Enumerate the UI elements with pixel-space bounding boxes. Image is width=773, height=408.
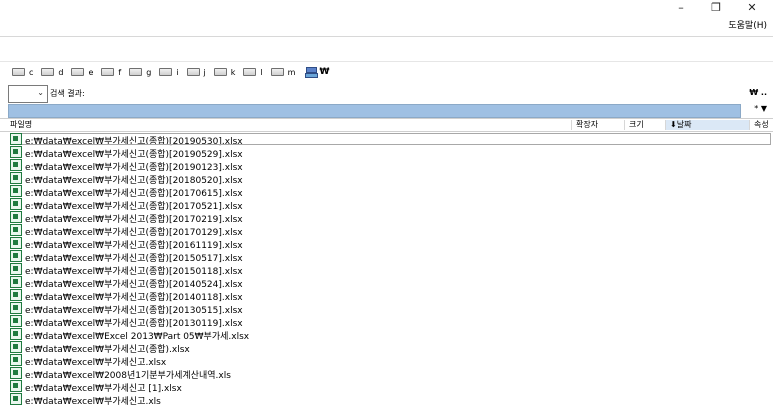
file-row[interactable]: e:₩data₩excel₩부가세신고 [1].xlsx bbox=[10, 380, 182, 394]
drive-label: e bbox=[88, 67, 94, 77]
drive-icon bbox=[186, 68, 200, 76]
drive-g-button[interactable]: g bbox=[129, 68, 151, 77]
drive-icon bbox=[159, 68, 173, 76]
drive-k-button[interactable]: k bbox=[213, 67, 236, 77]
file-list-header: 파일명 확장자 크기 ⬇날짜 속성 bbox=[0, 118, 773, 132]
excel-file-icon bbox=[10, 185, 22, 197]
chevron-down-icon: ⌄ bbox=[37, 88, 44, 97]
drive-label: c bbox=[29, 67, 34, 77]
drive-i-button[interactable]: i bbox=[159, 67, 179, 77]
excel-file-icon bbox=[10, 198, 22, 210]
drive-label: d bbox=[58, 67, 64, 77]
file-row[interactable]: e:₩data₩excel₩Excel 2013₩Part 05₩부가세.xls… bbox=[10, 328, 249, 342]
network-root-button[interactable]: ₩ bbox=[303, 67, 330, 78]
excel-file-icon bbox=[10, 250, 22, 262]
file-row[interactable]: e:₩data₩excel₩부가세신고(종합)[20180520].xlsx bbox=[10, 172, 243, 186]
column-name-header[interactable]: 파일명 bbox=[10, 120, 570, 130]
excel-file-icon bbox=[10, 263, 22, 275]
help-menu[interactable]: 도움말(H) bbox=[728, 18, 767, 31]
drive-j-button[interactable]: j bbox=[186, 67, 206, 77]
drive-bar: c d e f g i j k l m ₩ bbox=[0, 64, 337, 80]
excel-file-icon bbox=[10, 289, 22, 301]
excel-file-icon bbox=[10, 172, 22, 184]
drive-icon bbox=[101, 68, 115, 76]
excel-file-icon bbox=[10, 224, 22, 236]
drive-label: f bbox=[118, 67, 122, 77]
column-attribute-header[interactable]: 속성 bbox=[749, 120, 773, 130]
file-row[interactable]: e:₩data₩excel₩부가세신고(종합)[20190530].xlsx bbox=[10, 133, 771, 147]
excel-file-icon bbox=[10, 328, 22, 340]
excel-file-icon bbox=[10, 302, 22, 314]
file-row[interactable]: e:₩data₩excel₩부가세신고(종합)[20170615].xlsx bbox=[10, 185, 243, 199]
drive-icon bbox=[129, 68, 143, 76]
file-row[interactable]: e:₩data₩excel₩부가세신고(종합)[20170129].xlsx bbox=[10, 224, 243, 238]
file-row[interactable]: e:₩data₩excel₩부가세신고(종합)[20150118].xlsx bbox=[10, 263, 243, 277]
search-row: ⌄ 검색 결과: bbox=[0, 84, 773, 104]
title-bar: – ❐ ✕ 도움말(H) bbox=[0, 0, 773, 37]
column-size-header[interactable]: 크기 bbox=[624, 120, 666, 130]
drive-icon bbox=[71, 68, 85, 76]
excel-file-icon bbox=[10, 380, 22, 392]
network-icon bbox=[305, 67, 319, 78]
minimize-button[interactable]: – bbox=[666, 0, 696, 16]
file-row[interactable]: e:₩data₩excel₩2008년1기분부가세계산내역.xls bbox=[10, 367, 231, 381]
drive-label: k bbox=[230, 67, 236, 77]
search-dropdown[interactable]: ⌄ bbox=[8, 85, 48, 103]
file-row[interactable]: e:₩data₩excel₩부가세신고(종합)[20130515].xlsx bbox=[10, 302, 243, 316]
column-date-header[interactable]: ⬇날짜 bbox=[665, 120, 750, 130]
file-row[interactable]: e:₩data₩excel₩부가세신고.xlsx bbox=[10, 354, 166, 368]
restore-button[interactable]: ❐ bbox=[701, 0, 731, 16]
file-list: e:₩data₩excel₩부가세신고(종합)[20190530].xlsx e… bbox=[0, 131, 773, 407]
drive-icon bbox=[270, 68, 284, 76]
excel-file-icon bbox=[10, 354, 22, 366]
file-row[interactable]: e:₩data₩excel₩부가세신고(종합)[20170521].xlsx bbox=[10, 198, 243, 212]
file-row[interactable]: e:₩data₩excel₩부가세신고.xls bbox=[10, 393, 161, 407]
file-row[interactable]: e:₩data₩excel₩부가세신고(종합)[20130119].xlsx bbox=[10, 315, 243, 329]
file-row[interactable]: e:₩data₩excel₩부가세신고(종합)[20140524].xlsx bbox=[10, 276, 243, 290]
column-extension-header[interactable]: 확장자 bbox=[571, 120, 625, 130]
excel-file-icon bbox=[10, 393, 22, 405]
file-row[interactable]: e:₩data₩excel₩부가세신고(종합)[20140118].xlsx bbox=[10, 289, 243, 303]
drive-icon bbox=[12, 68, 25, 76]
file-path: e:₩data₩excel₩부가세신고.xls bbox=[25, 397, 161, 407]
drive-e-button[interactable]: e bbox=[71, 68, 93, 77]
root-label: ₩ bbox=[319, 67, 330, 77]
excel-file-icon bbox=[10, 367, 22, 379]
file-row[interactable]: e:₩data₩excel₩부가세신고(종합)[20150517].xlsx bbox=[10, 250, 243, 264]
path-bar[interactable] bbox=[8, 104, 741, 118]
excel-file-icon bbox=[10, 341, 22, 353]
drive-c-button[interactable]: c bbox=[12, 68, 33, 77]
drive-icon bbox=[41, 68, 55, 76]
drive-f-button[interactable]: f bbox=[101, 68, 121, 77]
excel-file-icon bbox=[10, 146, 22, 158]
file-row[interactable]: e:₩data₩excel₩부가세신고(종합)[20170219].xlsx bbox=[10, 211, 243, 225]
drive-l-button[interactable]: l bbox=[243, 67, 263, 77]
search-result-label: 검색 결과: bbox=[50, 89, 85, 98]
drive-label: i bbox=[176, 67, 179, 77]
path-control[interactable]: ₩ .. bbox=[749, 88, 767, 97]
drive-icon bbox=[213, 68, 227, 76]
drive-label: m bbox=[287, 67, 296, 77]
drive-m-button[interactable]: m bbox=[270, 67, 296, 77]
toolbar-area bbox=[0, 37, 773, 62]
file-row[interactable]: e:₩data₩excel₩부가세신고(종합).xlsx bbox=[10, 341, 190, 355]
drive-label: l bbox=[260, 67, 263, 77]
excel-file-icon bbox=[10, 276, 22, 288]
excel-file-icon bbox=[10, 211, 22, 223]
drive-icon bbox=[243, 68, 257, 76]
file-row[interactable]: e:₩data₩excel₩부가세신고(종합)[20190529].xlsx bbox=[10, 146, 243, 160]
excel-file-icon bbox=[10, 159, 22, 171]
excel-file-icon bbox=[10, 315, 22, 327]
drive-label: g bbox=[146, 67, 152, 77]
file-row[interactable]: e:₩data₩excel₩부가세신고(종합)[20190123].xlsx bbox=[10, 159, 243, 173]
close-button[interactable]: ✕ bbox=[737, 0, 767, 16]
excel-file-icon bbox=[10, 237, 22, 249]
file-row[interactable]: e:₩data₩excel₩부가세신고(종합)[20161119].xlsx bbox=[10, 237, 243, 251]
drive-label: j bbox=[203, 67, 206, 77]
filter-control[interactable]: * ▼ bbox=[754, 104, 767, 113]
excel-file-icon bbox=[10, 133, 22, 145]
drive-d-button[interactable]: d bbox=[41, 68, 63, 77]
